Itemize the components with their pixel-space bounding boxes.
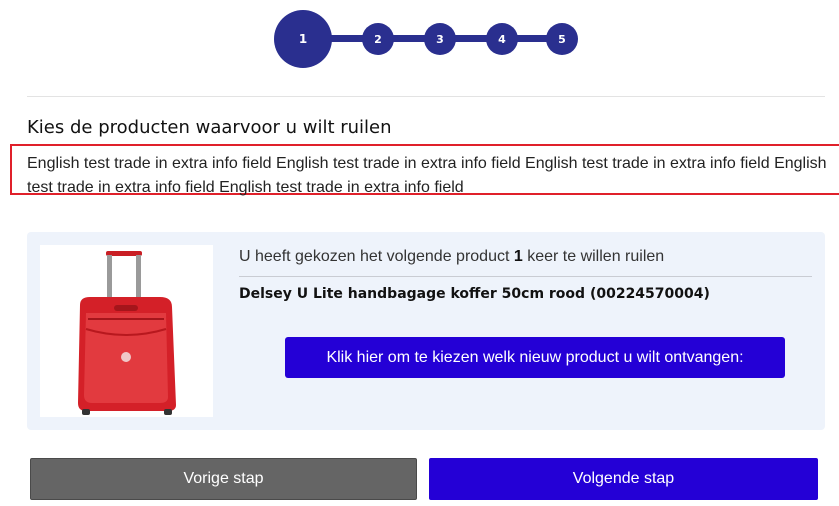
step-5: 5 — [546, 23, 578, 55]
extra-info-box: English test trade in extra info field E… — [10, 144, 839, 196]
step-2: 2 — [362, 23, 394, 55]
selection-quantity: 1 — [513, 248, 523, 265]
red-suitcase-icon — [78, 251, 176, 415]
page-heading: Kies de producten waarvoor u wilt ruilen — [27, 117, 392, 138]
progress-stepper: 1 2 3 4 5 — [0, 0, 839, 80]
selection-summary: U heeft gekozen het volgende product 1 k… — [239, 248, 664, 266]
card-divider — [239, 276, 812, 277]
selection-suffix: keer te willen ruilen — [522, 248, 665, 265]
next-step-button[interactable]: Volgende stap — [429, 458, 818, 500]
product-card: U heeft gekozen het volgende product 1 k… — [27, 232, 825, 430]
step-4: 4 — [486, 23, 518, 55]
step-1: 1 — [274, 10, 332, 68]
choose-new-product-button[interactable]: Klik hier om te kiezen welk nieuw produc… — [285, 337, 785, 378]
product-image — [40, 245, 213, 417]
step-3: 3 — [424, 23, 456, 55]
previous-step-button[interactable]: Vorige stap — [30, 458, 417, 500]
selection-prefix: U heeft gekozen het volgende product — [239, 248, 514, 265]
product-name: Delsey U Lite handbagage koffer 50cm roo… — [239, 286, 710, 302]
extra-info-text: English test trade in extra info field E… — [27, 155, 827, 196]
section-divider — [27, 96, 825, 97]
